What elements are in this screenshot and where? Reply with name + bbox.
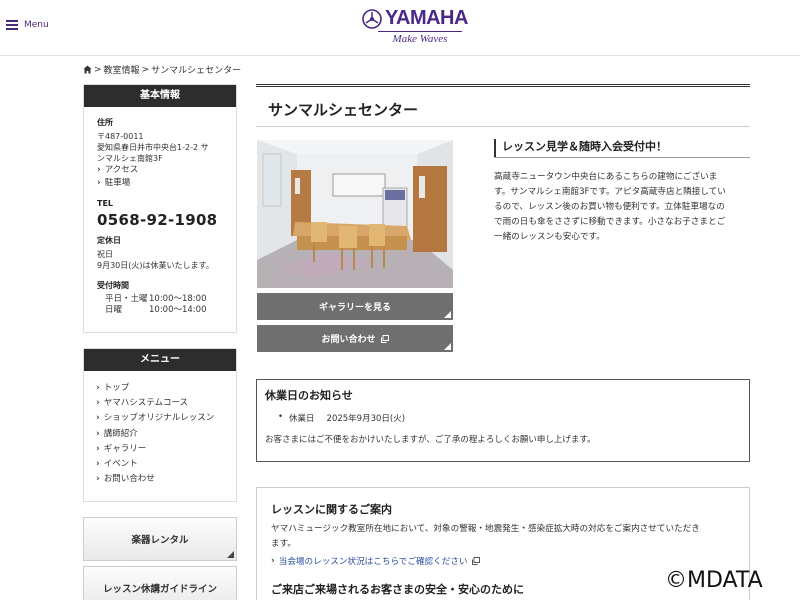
hamburger-icon [6,20,18,30]
hours-row: 日曜 10:00～14:00 [105,305,207,315]
home-icon[interactable] [83,65,92,74]
tel-number[interactable]: 0568-92-1908 [97,211,226,229]
menu-heading: メニュー [84,349,236,371]
menu-item-top[interactable]: › トップ [96,381,224,396]
chevron-right-icon: › [96,459,100,470]
lesson-info-title: レッスンに関するご案内 [271,503,392,516]
address-line: 愛知県春日井市中央台1-2-2 サ [97,143,209,152]
page-title: サンマルシェセンター [268,101,419,119]
holiday-text: 祝日 [97,250,113,259]
logo-wordmark: YAMAHA [385,7,468,29]
breadcrumb: > 教室情報 > サンマルシェセンター [83,63,241,76]
menu-item-teachers[interactable]: › 講師紹介 [96,427,224,442]
tuning-fork-logo-icon [362,8,382,29]
title-top-rule [256,84,750,87]
external-window-icon [471,557,480,565]
classroom-photo[interactable] [257,140,453,288]
breadcrumb-item-classroom-info[interactable]: 教室情報 [104,63,140,76]
holiday-notice-box: 休業日のお知らせ • 休業日 2025年9月30日(火) お客さまにはご不便をお… [256,379,750,462]
notice-item: • 休業日 2025年9月30日(火) [278,412,406,424]
menu-label: Menu [24,20,49,30]
corner-arrow-icon [444,343,451,350]
chevron-right-icon: › [271,556,275,566]
breadcrumb-separator: > [94,64,102,75]
holiday-label: 定休日 [97,236,121,245]
chevron-right-icon: › [96,383,100,393]
breadcrumb-item-current: サンマルシェセンター [151,66,242,76]
menu-item-original-lesson[interactable]: › ショップオリジナルレッスン [96,411,224,426]
chevron-right-icon: › [96,398,100,409]
tel-label: TEL [97,199,114,208]
parking-link[interactable]: › 駐車場 [97,177,226,190]
address-label: 住所 [97,118,113,127]
menu-panel: メニュー › トップ › ヤマハシステムコース › ショップオリジナルレッスン › 講師… [83,348,237,502]
feature-heading-rule [494,157,750,158]
chevron-right-icon: › [97,178,101,188]
chevron-right-icon: › [97,165,101,175]
access-link[interactable]: › アクセス [97,164,226,177]
menu-item-contact[interactable]: › お問い合わせ [96,472,224,487]
chevron-right-icon: › [96,413,100,424]
chevron-right-icon: › [96,474,100,485]
breadcrumb-separator: > [141,64,150,75]
corner-arrow-icon [444,311,451,318]
lesson-cancellation-guideline-button[interactable]: レッスン休講ガイドライン [83,566,237,600]
site-header: Menu YAMAHA Make Waves [0,0,800,56]
hours-row: 平日・土曜 10:00～18:00 [105,294,207,304]
chevron-right-icon: › [96,443,100,454]
logo-tagline: Make Waves [378,31,462,45]
hours-label: 受付時間 [97,281,129,290]
holiday-note: 9月30日(火)は休業いたします。 [97,261,214,270]
postal-code: 〒487-0011 [97,132,144,141]
view-gallery-button[interactable]: ギャラリーを見る [257,293,453,320]
feature-description: 高蔵寺ニュータウン中央台にあるこちらの建物にございま す。サンマルシェ南館3Fで… [494,172,726,242]
lesson-status-link[interactable]: › 当会場のレッスン状況はこちらでご確認ください [271,555,735,567]
corner-arrow-icon [227,551,234,558]
lesson-info-text: ヤマハミュージック教室所在地において、対象の警報・地震発生・感染症拡大時の対応を… [271,524,700,549]
feature-heading: レッスン見学＆随時入会受付中！ [494,139,750,157]
external-window-icon [380,334,389,343]
title-divider [256,126,750,127]
copyright-watermark: ©MDATA [665,568,763,593]
basic-info-panel: 基本情報 住所 〒487-0011 愛知県春日井市中央台1-2-2 サ ンマルシ… [83,84,237,333]
menu-item-system-course[interactable]: › ヤマハシステムコース [96,396,224,411]
yamaha-logo[interactable]: YAMAHA Make Waves [362,7,468,51]
basic-info-heading: 基本情報 [84,85,236,107]
address-line: ンマルシェ南館3F [97,154,163,163]
contact-button[interactable]: お問い合わせ [257,325,453,352]
notice-title: 休業日のお知らせ [265,389,353,402]
notice-text: お客さまにはご不便をおかけいたしますが、ご了承の程よろしくお願い申し上げます。 [265,435,596,445]
chevron-right-icon: › [96,428,100,439]
instrument-rental-button[interactable]: 楽器レンタル [83,517,237,561]
menu-button[interactable]: Menu [6,20,49,30]
menu-item-events[interactable]: › イベント [96,457,224,472]
menu-item-gallery[interactable]: › ギャラリー [96,442,224,457]
